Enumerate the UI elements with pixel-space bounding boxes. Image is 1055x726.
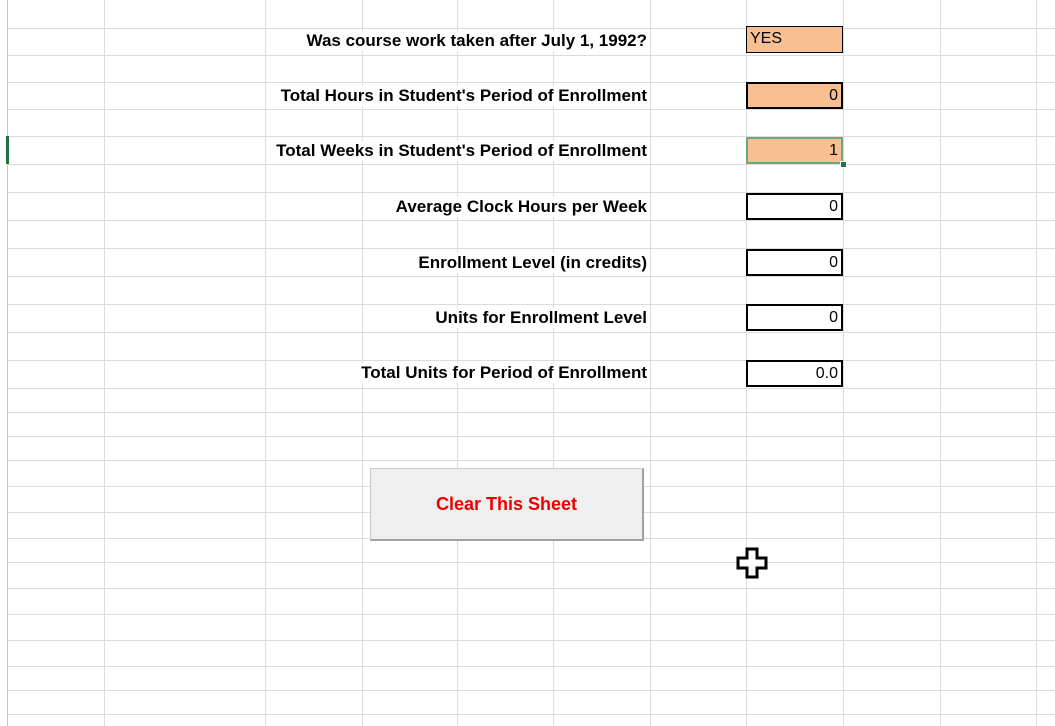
- grid-line: [8, 136, 1055, 137]
- average-clock-hours-cell[interactable]: 0: [746, 193, 843, 220]
- grid-line: [650, 0, 651, 726]
- grid-line: [8, 388, 1055, 389]
- active-row-marker: [6, 136, 9, 164]
- row-header-edge: [0, 0, 8, 726]
- grid-line: [8, 220, 1055, 221]
- grid-line: [8, 460, 1055, 461]
- grid-line: [8, 192, 1055, 193]
- grid-line: [8, 714, 1055, 715]
- total-units-cell[interactable]: 0.0: [746, 360, 843, 387]
- grid-line: [104, 0, 105, 726]
- spreadsheet-grid[interactable]: Was course work taken after July 1, 1992…: [0, 0, 1055, 726]
- grid-line: [8, 562, 1055, 563]
- grid-line: [8, 436, 1055, 437]
- grid-line: [8, 164, 1055, 165]
- grid-line: [8, 28, 1055, 29]
- selection-fill-handle[interactable]: [840, 161, 847, 168]
- label-enrollment-level: Enrollment Level (in credits): [412, 253, 647, 273]
- grid-line: [8, 248, 1055, 249]
- enrollment-level-cell[interactable]: 0: [746, 249, 843, 276]
- grid-line: [265, 0, 266, 726]
- grid-line: [8, 614, 1055, 615]
- label-units-enrollment-level: Units for Enrollment Level: [429, 308, 647, 328]
- grid-line: [8, 360, 1055, 361]
- grid-line: [8, 690, 1055, 691]
- grid-line: [940, 0, 941, 726]
- course-work-after-1992-cell[interactable]: YES: [746, 26, 843, 53]
- clear-sheet-button[interactable]: Clear This Sheet: [370, 468, 644, 541]
- plus-cursor-icon: [736, 547, 768, 579]
- grid-line: [8, 640, 1055, 641]
- label-total-units: Total Units for Period of Enrollment: [355, 363, 647, 383]
- label-total-weeks: Total Weeks in Student's Period of Enrol…: [270, 141, 647, 161]
- grid-line: [8, 55, 1055, 56]
- grid-line: [1036, 0, 1037, 726]
- grid-line: [8, 109, 1055, 110]
- grid-line: [8, 82, 1055, 83]
- total-hours-cell[interactable]: 0: [746, 82, 843, 109]
- grid-line: [8, 666, 1055, 667]
- grid-line: [8, 304, 1055, 305]
- label-course-work-after-1992: Was course work taken after July 1, 1992…: [300, 31, 647, 51]
- total-weeks-cell[interactable]: 1: [746, 137, 843, 164]
- grid-line: [8, 588, 1055, 589]
- grid-line: [8, 276, 1055, 277]
- grid-line: [843, 0, 844, 726]
- label-average-clock-hours: Average Clock Hours per Week: [389, 197, 647, 217]
- grid-line: [8, 412, 1055, 413]
- label-total-hours: Total Hours in Student's Period of Enrol…: [274, 86, 647, 106]
- units-enrollment-level-cell[interactable]: 0: [746, 304, 843, 331]
- grid-line: [8, 332, 1055, 333]
